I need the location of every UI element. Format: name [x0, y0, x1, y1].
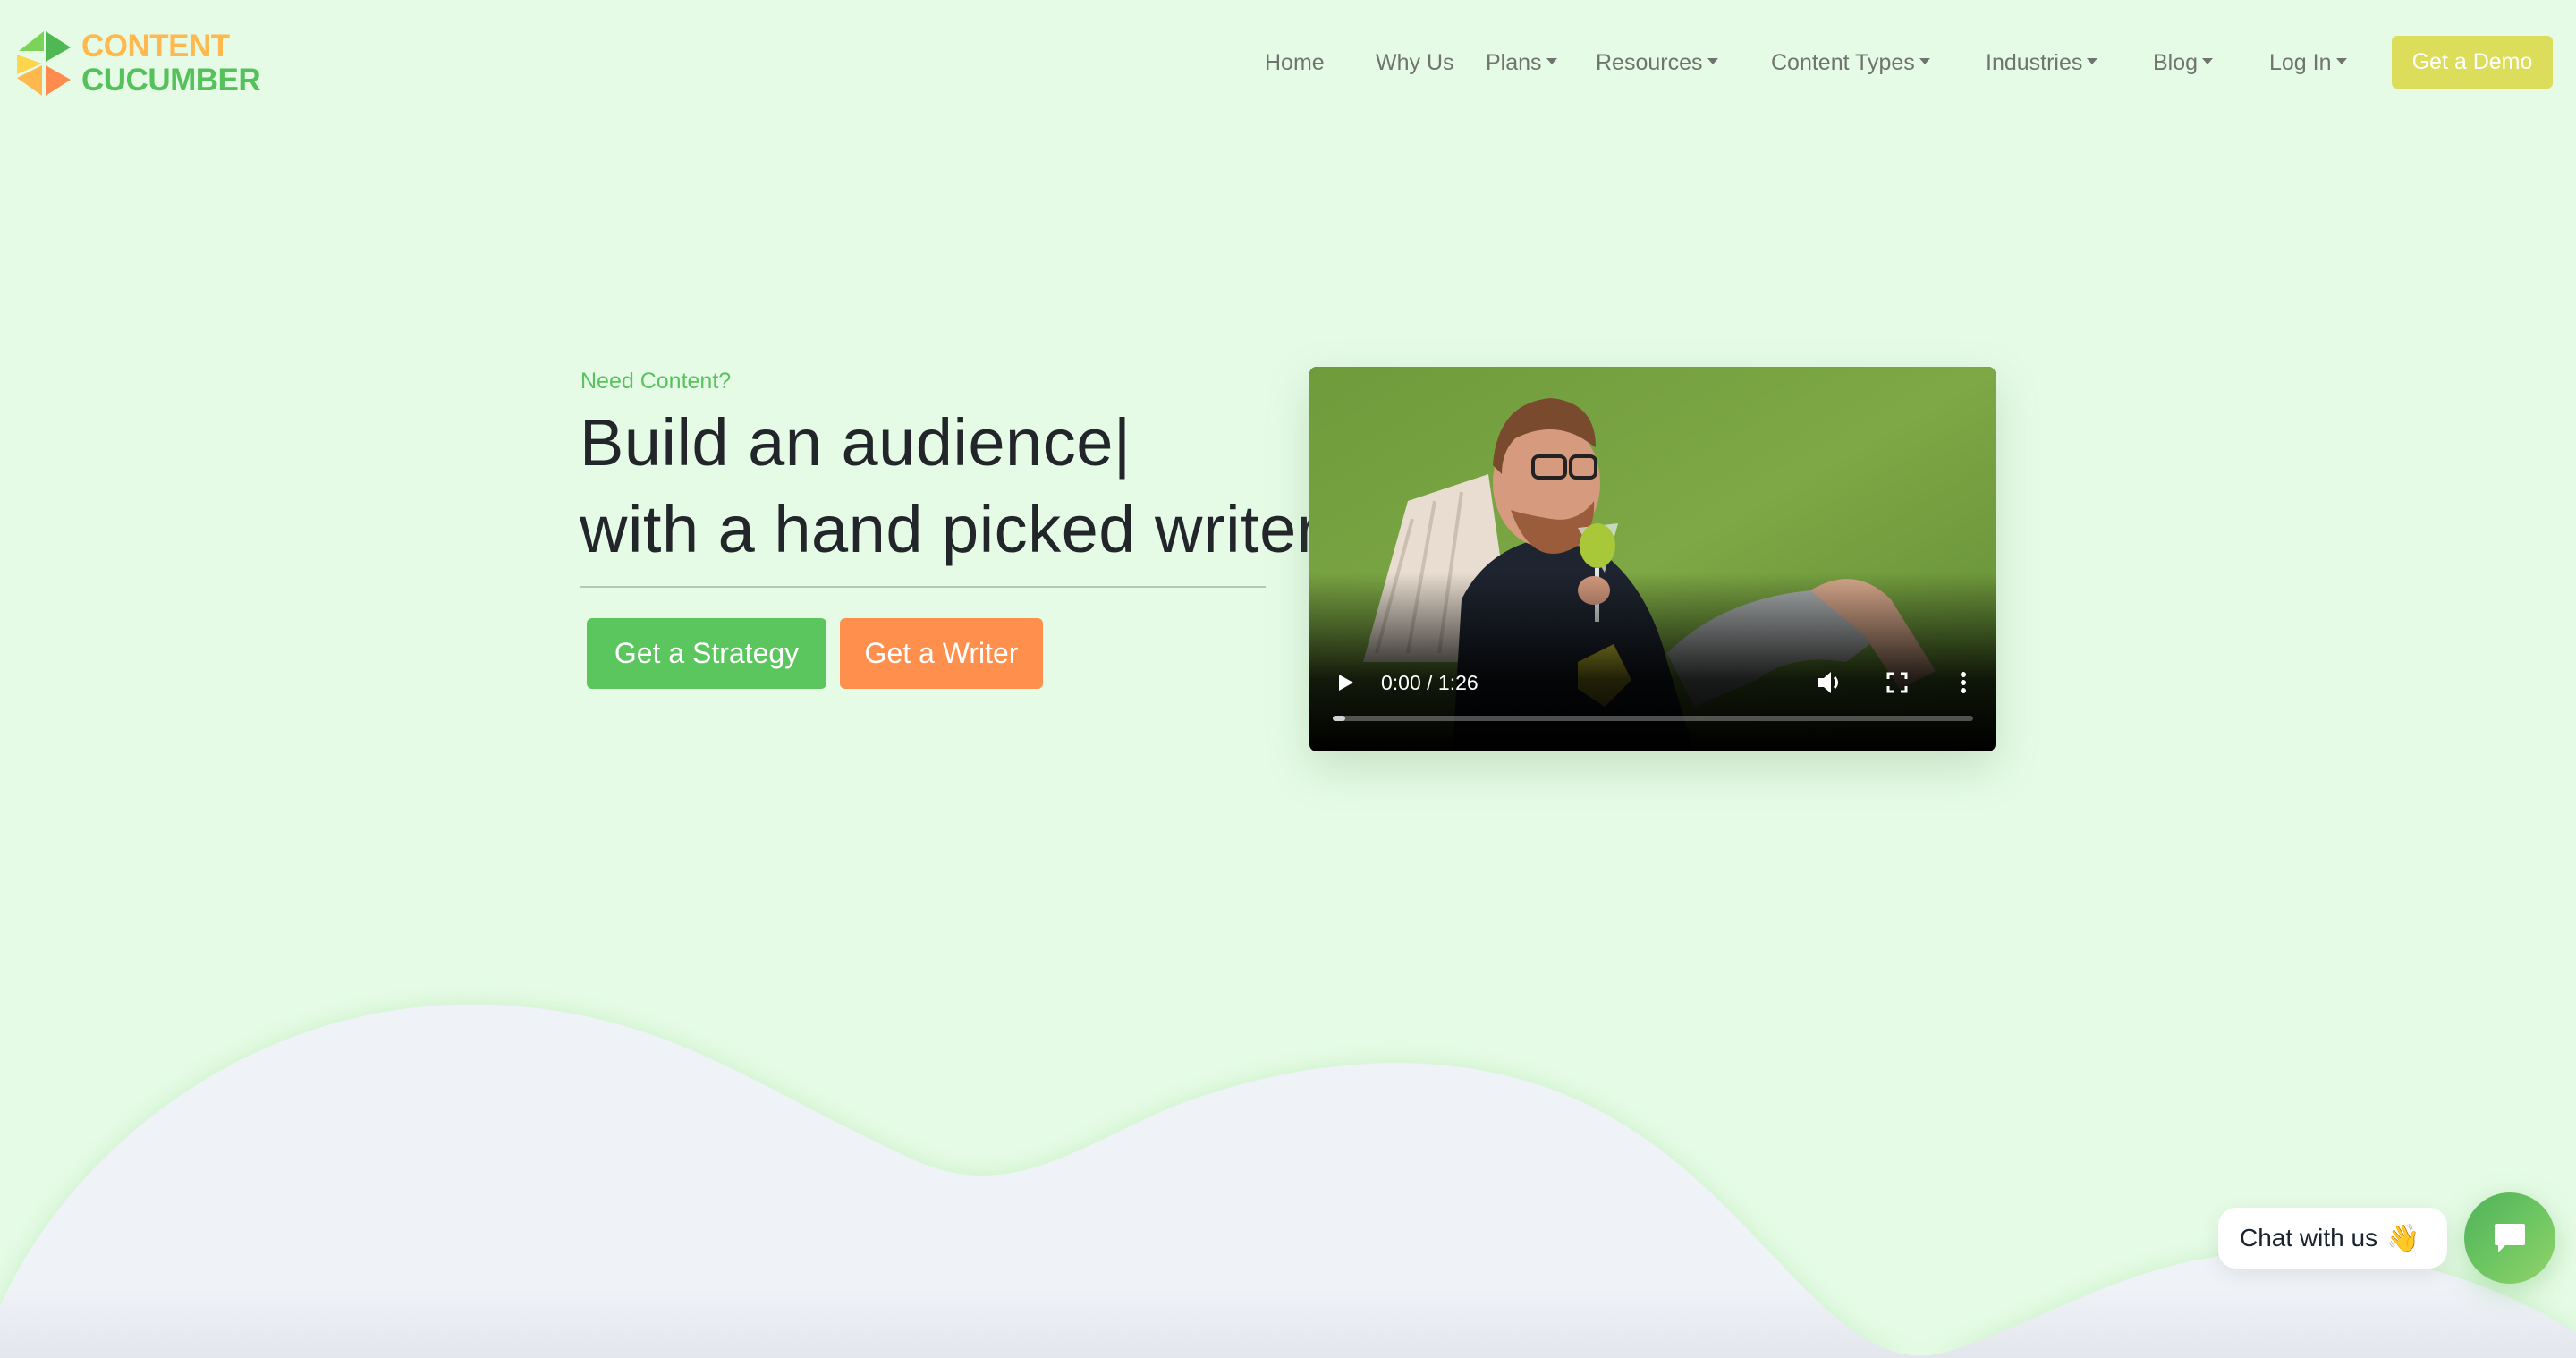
more-options-icon [1961, 672, 1966, 693]
nav-item-label: Content Types [1771, 50, 1915, 75]
play-icon [1339, 675, 1353, 691]
open-chat-button[interactable] [2464, 1192, 2555, 1284]
nav-item-blog[interactable]: Blog [2153, 43, 2214, 82]
nav-item-label: Home [1265, 50, 1325, 75]
fullscreen-button[interactable] [1885, 667, 1909, 702]
brand-line1: CONTENT [81, 29, 230, 64]
brand-wordmark: CONTENT CUCUMBER [81, 29, 261, 98]
nav-item-why-us[interactable]: Why Us [1376, 43, 1454, 82]
nav-item-label: Resources [1596, 50, 1703, 75]
nav-item-content-types[interactable]: Content Types [1771, 43, 1930, 82]
mute-button[interactable] [1816, 667, 1843, 702]
nav-item-label: Blog [2153, 50, 2199, 75]
video-progress-fill [1333, 716, 1346, 721]
nav-item-home[interactable]: Home [1265, 43, 1325, 82]
more-options-button[interactable] [1957, 667, 1970, 702]
caret-down-icon [1919, 57, 1930, 64]
video-progress-bar[interactable] [1333, 716, 1973, 721]
nav-item-label: Plans [1486, 50, 1542, 75]
nav-item-plans[interactable]: Plans [1486, 43, 1557, 82]
caret-down-icon [1546, 57, 1557, 64]
logo-mark-icon [17, 31, 71, 96]
caret-down-icon [2202, 57, 2214, 64]
get-writer-button[interactable]: Get a Writer [840, 618, 1043, 689]
brand-logo[interactable]: CONTENT CUCUMBER [13, 27, 264, 100]
fullscreen-icon [1886, 672, 1908, 693]
hero-headline: Build an audience| with a hand picked wr… [580, 399, 1335, 573]
chat-with-us-pill[interactable]: Chat with us 👋 [2218, 1208, 2447, 1269]
wave-shape [0, 1004, 2576, 1358]
caret-down-icon [2087, 57, 2098, 64]
video-time-display: 0:00 / 1:26 [1381, 671, 1479, 694]
chat-bubble-icon [2495, 1224, 2525, 1252]
waving-hand-icon: 👋 [2386, 1223, 2420, 1253]
volume-icon [1818, 672, 1838, 693]
hero-eyebrow: Need Content? [580, 369, 732, 394]
video-controls-gradient [1309, 573, 1996, 751]
headline-line1: Build an audience| [580, 399, 1335, 486]
headline-line2: with a hand picked writer. [580, 492, 1335, 566]
typing-cursor: | [1113, 405, 1131, 480]
nav-item-label: Log In [2269, 50, 2332, 75]
get-strategy-button[interactable]: Get a Strategy [587, 618, 826, 689]
nav-item-resources[interactable]: Resources [1596, 43, 1718, 82]
nav-item-log-in[interactable]: Log In [2269, 43, 2347, 82]
chat-label: Chat with us [2240, 1224, 2378, 1252]
brand-line2: CUCUMBER [81, 63, 261, 98]
nav-item-industries[interactable]: Industries [1986, 43, 2098, 82]
caret-down-icon [1707, 57, 1718, 64]
nav-item-label: Why Us [1376, 50, 1454, 75]
play-button[interactable] [1336, 667, 1356, 702]
headline-rotating-text: Build an audience [580, 405, 1114, 480]
get-demo-button[interactable]: Get a Demo [2392, 36, 2553, 89]
background-waves [0, 1004, 2576, 1358]
nav-item-label: Industries [1986, 50, 2083, 75]
hero-video-player[interactable]: 0:00 / 1:26 [1309, 367, 1996, 751]
caret-down-icon [2335, 57, 2347, 64]
hero-divider [580, 586, 1266, 588]
